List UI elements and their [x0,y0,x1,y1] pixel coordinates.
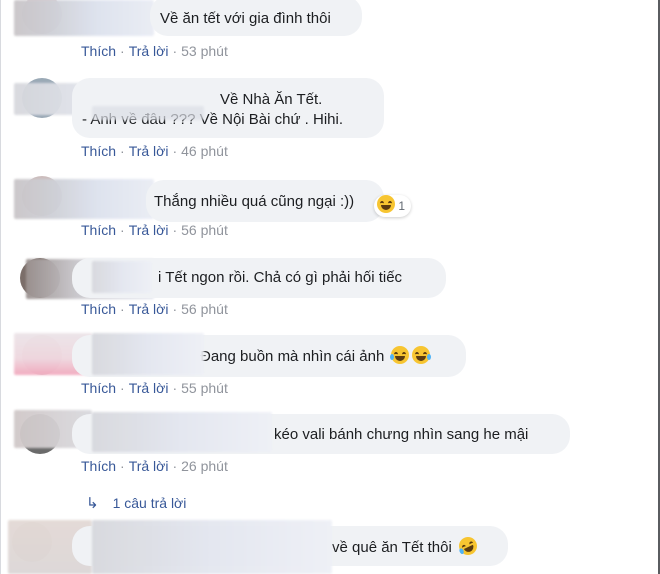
separator: · [172,301,178,317]
like-link[interactable]: Thích [81,458,116,474]
comment-text: kéo vali bánh chưng nhìn sang he mậi [274,426,529,443]
timestamp[interactable]: 56 phút [181,301,228,317]
comment-actions: Thích · Trả lời · 53 phút [81,43,228,59]
reply-link[interactable]: Trả lời [129,43,169,59]
separator: · [172,143,178,159]
frame-border-left [0,0,1,574]
separator: · [172,43,178,59]
reaction-count: 1 [398,199,406,213]
separator: · [120,458,125,474]
blurred-username [92,412,272,452]
comment-text: Đang buồn mà nhìn cái ảnh [200,346,432,366]
tears-of-joy-emoji-icon [412,346,432,364]
separator: · [172,458,178,474]
comment-text-value: về quê ăn Tết thôi [332,539,452,556]
reply-link[interactable]: Trả lời [129,301,169,317]
reply-link[interactable]: Trả lời [129,143,169,159]
separator: · [120,43,125,59]
separator: · [172,222,178,238]
comment-actions: Thích · Trả lời · 56 phút [81,222,228,238]
timestamp[interactable]: 46 phút [181,143,228,159]
comment-actions: Thích · Trả lời · 56 phút [81,301,228,317]
separator: · [172,380,178,396]
blurred-text [92,106,204,120]
separator: · [120,380,125,396]
blurred-username [92,261,152,293]
tears-of-joy-emoji-icon [390,346,410,364]
blurred-username [92,333,204,375]
separator: · [120,222,125,238]
reply-link[interactable]: Trả lời [129,458,169,474]
reaction-badge[interactable]: 1 [374,195,412,217]
reply-link[interactable]: Trả lời [129,222,169,238]
comment-text: về quê ăn Tết thôi [332,534,480,558]
comment-text: Về ăn tết với gia đình thôi [160,10,331,27]
separator: · [120,301,125,317]
reply-link[interactable]: Trả lời [129,380,169,396]
like-link[interactable]: Thích [81,222,116,238]
view-replies-label: 1 câu trả lời [112,495,187,511]
separator: · [120,143,125,159]
timestamp[interactable]: 56 phút [181,222,228,238]
comment-text: Thắng nhiều quá cũng ngại :)) [154,193,355,210]
comment-actions: Thích · Trả lời · 46 phút [81,143,228,159]
comment-text-line-1: Về Nhà Ăn Tết. [220,91,323,108]
laughing-emoji-icon [377,195,395,213]
comment-bubble: Thắng nhiều quá cũng ngại :)) [146,180,384,222]
comment-text-value: Đang buồn mà nhìn cái ảnh [200,348,385,365]
blurred-username [14,0,154,36]
blurred-username [14,179,154,219]
timestamp[interactable]: 26 phút [181,458,228,474]
like-link[interactable]: Thích [81,301,116,317]
like-link[interactable]: Thích [81,43,116,59]
timestamp[interactable]: 55 phút [181,380,228,396]
like-link[interactable]: Thích [81,380,116,396]
timestamp[interactable]: 53 phút [181,43,228,59]
reply-arrow-icon: ↳ [86,495,99,512]
comment-actions: Thích · Trả lời · 26 phút [81,458,228,474]
comment-text: i Tết ngon rồi. Chả có gì phải hối tiếc [158,269,403,286]
rolling-laughing-emoji-icon [456,534,480,558]
comment-bubble: Về ăn tết với gia đình thôi [150,0,362,36]
view-replies-link[interactable]: ↳ 1 câu trả lời [86,494,186,512]
blurred-username [92,520,332,574]
comment-actions: Thích · Trả lời · 55 phút [81,380,228,396]
like-link[interactable]: Thích [81,143,116,159]
